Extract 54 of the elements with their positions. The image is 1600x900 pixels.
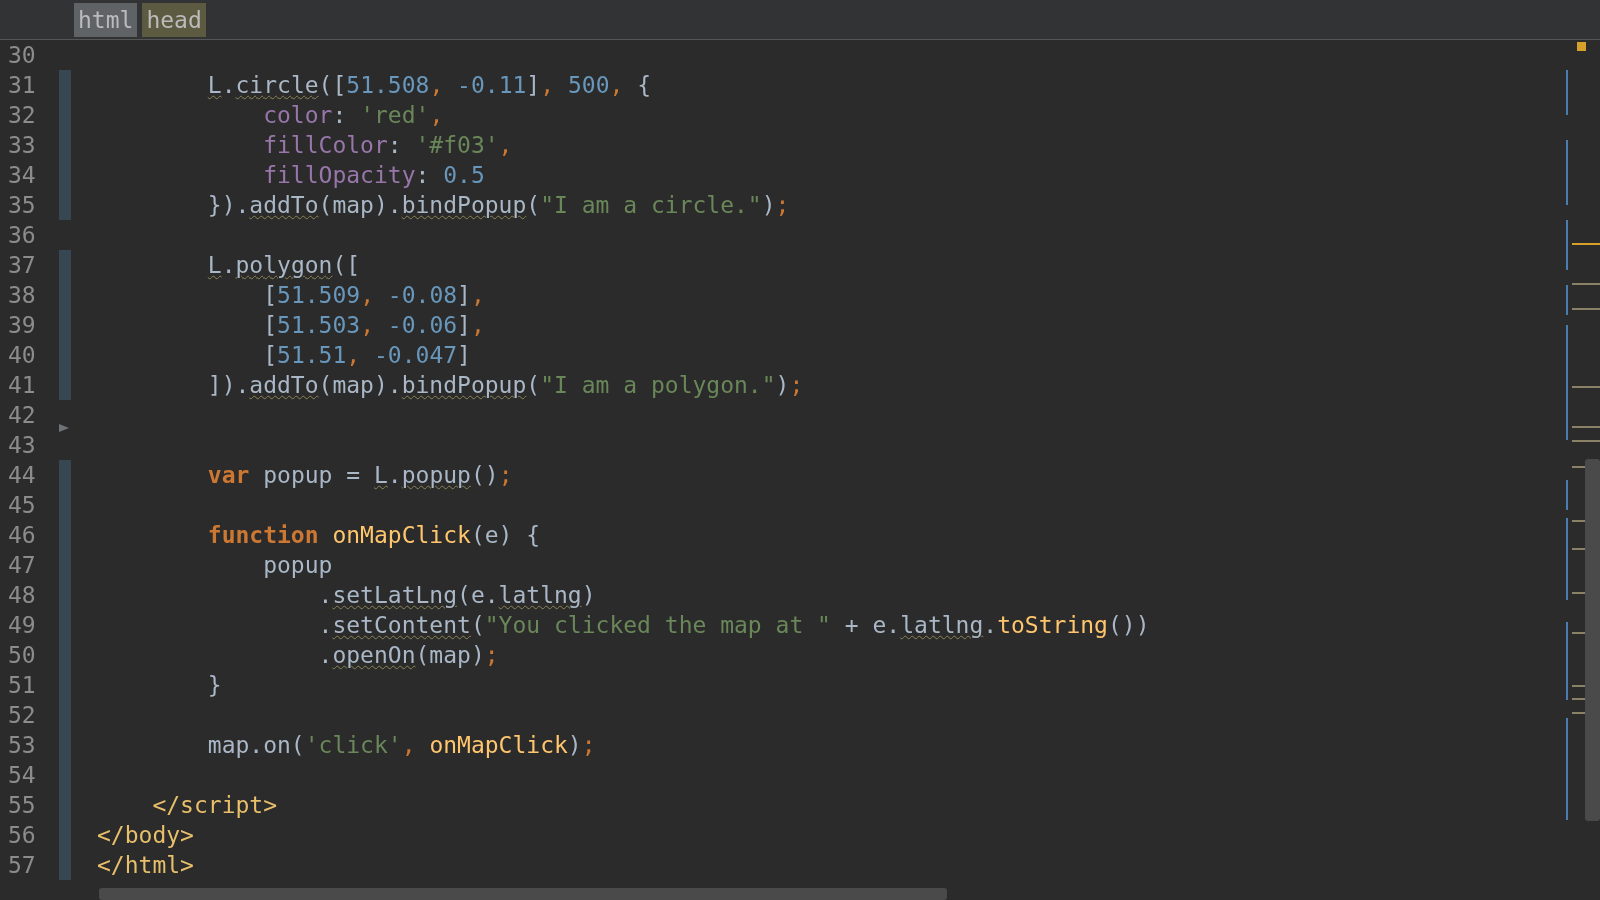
line-number: 35 [7, 192, 37, 218]
line-number: 41 [7, 372, 37, 398]
code-line: [51.503, -0.06], [262, 312, 485, 338]
code-line: .openOn(map); [317, 642, 499, 668]
code-line: popup [262, 552, 333, 578]
line-number: 45 [7, 492, 37, 518]
code-line: [51.51, -0.047] [262, 342, 471, 368]
code-line: color: 'red', [262, 102, 444, 128]
line-number: 57 [7, 852, 37, 878]
line-number: 56 [7, 822, 37, 848]
code-line: .setLatLng(e.latlng) [317, 582, 596, 608]
code-line: </body> [97, 822, 194, 848]
code-line: .setContent("You clicked the map at " + e.latlng.toString()) [317, 612, 1150, 638]
line-number: 48 [7, 582, 37, 608]
line-number: 44 [7, 462, 37, 488]
fold-arrow-icon[interactable] [59, 423, 69, 433]
line-number: 52 [7, 702, 37, 728]
code-line: L.polygon([ [206, 252, 361, 278]
line-number: 37 [7, 252, 37, 278]
horizontal-scrollbar-thumb[interactable] [99, 888, 947, 900]
code-line: map.on('click', onMapClick); [206, 732, 596, 758]
line-number: 38 [7, 282, 37, 308]
code-line: [51.509, -0.08], [262, 282, 485, 308]
line-number: 33 [7, 132, 37, 158]
code-line: } [206, 672, 222, 698]
breadcrumb-tag[interactable]: html [74, 2, 138, 37]
code-line: L.circle([51.508, -0.11], 500, { [206, 72, 652, 98]
line-number: 53 [7, 732, 37, 758]
line-number: 39 [7, 312, 37, 338]
line-number: 34 [7, 162, 37, 188]
code-line: </html> [97, 852, 194, 878]
code-line: var popup = L.popup(); [206, 462, 513, 488]
code-line: fillColor: '#f03', [262, 132, 513, 158]
line-number: 30 [7, 42, 37, 68]
line-number: 47 [7, 552, 37, 578]
line-number: 32 [7, 102, 37, 128]
code-line: </script> [151, 792, 277, 818]
line-number: 42 [7, 402, 37, 428]
line-number: 51 [7, 672, 37, 698]
code-line: fillOpacity: 0.5 [262, 162, 485, 188]
scrollbar-thumb[interactable] [1585, 459, 1600, 821]
line-number: 36 [7, 222, 37, 248]
line-number: 49 [7, 612, 37, 638]
line-number: 31 [7, 72, 37, 98]
line-number: 50 [7, 642, 37, 668]
code-line: }).addTo(map).bindPopup("I am a circle."); [206, 192, 790, 218]
breadcrumb-tag[interactable]: head [142, 2, 206, 37]
line-number: 55 [7, 792, 37, 818]
line-number: 54 [7, 762, 37, 788]
code-line: function onMapClick(e) { [206, 522, 541, 548]
line-number: 43 [7, 432, 37, 458]
line-number: 40 [7, 342, 37, 368]
code-line: ]).addTo(map).bindPopup("I am a polygon."); [206, 372, 804, 398]
line-number: 46 [7, 522, 37, 548]
